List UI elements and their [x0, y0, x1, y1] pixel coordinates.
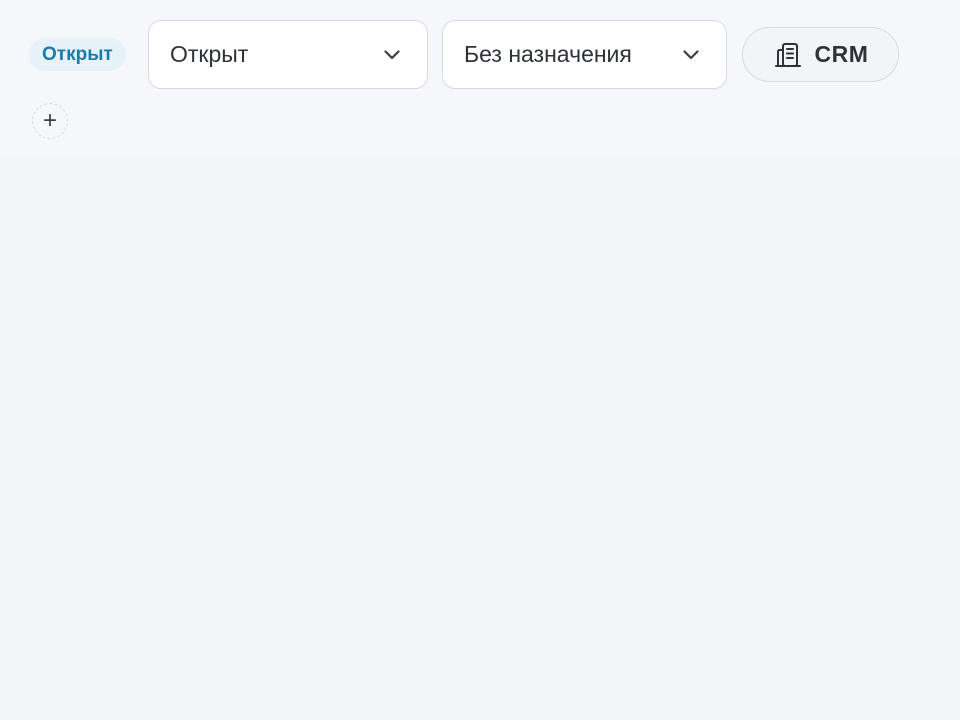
status-select[interactable]: Открыт — [148, 20, 428, 89]
status-badge: Открыт — [29, 38, 126, 71]
assignee-select-value: Без назначения — [464, 41, 632, 67]
chevron-down-icon — [383, 46, 401, 64]
crm-button[interactable]: CRM — [742, 27, 899, 82]
status-select-value: Открыт — [170, 41, 249, 67]
crm-button-label: CRM — [814, 41, 869, 67]
building-icon — [773, 40, 803, 70]
add-button[interactable]: + — [32, 103, 68, 139]
assignee-select[interactable]: Без назначения — [442, 20, 727, 89]
chevron-down-icon — [682, 46, 700, 64]
plus-icon: + — [42, 107, 57, 134]
content-area — [0, 156, 960, 720]
toolbar: Открыт Открыт Без назначения CRM + — [0, 0, 960, 156]
